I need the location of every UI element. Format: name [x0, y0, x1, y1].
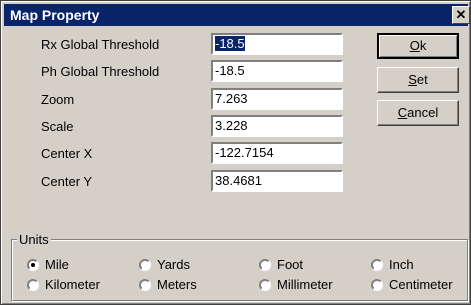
rx-threshold-value: -18.5: [215, 36, 245, 51]
title-bar: Map Property ✕: [4, 4, 470, 26]
radio-label: Foot: [277, 257, 304, 272]
radio-unchecked-icon: [371, 258, 383, 271]
ok-label-rest: k: [419, 38, 427, 53]
center-y-label: Center Y: [41, 174, 93, 189]
radio-unchecked-icon: [259, 278, 271, 291]
radio-unchecked-icon: [259, 258, 271, 271]
set-button[interactable]: Set: [377, 67, 459, 93]
scale-label: Scale: [41, 119, 74, 134]
radio-millimeter[interactable]: Millimeter: [259, 277, 333, 292]
window-title: Map Property: [10, 7, 100, 23]
scale-input[interactable]: 3.228: [211, 115, 343, 137]
center-x-input[interactable]: -122.7154: [211, 142, 343, 164]
radio-unchecked-icon: [371, 278, 383, 291]
radio-label: Kilometer: [45, 277, 100, 292]
close-icon[interactable]: ✕: [452, 6, 470, 24]
zoom-input[interactable]: 7.263: [211, 88, 343, 110]
cancel-label-rest: ancel: [407, 105, 439, 120]
ok-mnemonic: O: [409, 38, 420, 53]
set-label-rest: et: [416, 72, 428, 87]
radio-inch[interactable]: Inch: [371, 257, 414, 272]
radio-label: Mile: [45, 257, 69, 272]
rx-threshold-input[interactable]: -18.5: [211, 33, 343, 55]
radio-label: Meters: [157, 277, 197, 292]
radio-foot[interactable]: Foot: [259, 257, 303, 272]
radio-label: Millimeter: [277, 277, 333, 292]
radio-unchecked-icon: [139, 278, 151, 291]
zoom-label: Zoom: [41, 92, 75, 107]
rx-threshold-label: Rx Global Threshold: [41, 37, 160, 52]
cancel-mnemonic: C: [397, 105, 408, 120]
radio-kilometer[interactable]: Kilometer: [27, 277, 100, 292]
radio-yards[interactable]: Yards: [139, 257, 190, 272]
radio-meters[interactable]: Meters: [139, 277, 197, 292]
radio-label: Centimeter: [389, 277, 453, 292]
map-property-dialog: Map Property ✕ Rx Global Threshold Ph Gl…: [0, 0, 471, 305]
radio-centimeter[interactable]: Centimeter: [371, 277, 453, 292]
ph-threshold-label: Ph Global Threshold: [41, 64, 160, 79]
center-y-input[interactable]: 38.4681: [211, 170, 343, 192]
set-mnemonic: S: [408, 72, 417, 87]
ph-threshold-input[interactable]: -18.5: [211, 60, 343, 82]
ok-button[interactable]: Ok: [377, 33, 459, 59]
radio-mile[interactable]: Mile: [27, 257, 69, 272]
cancel-button[interactable]: Cancel: [377, 100, 459, 126]
units-group-title: Units: [17, 232, 51, 247]
radio-label: Inch: [389, 257, 414, 272]
radio-checked-icon: [27, 258, 39, 271]
radio-label: Yards: [157, 257, 190, 272]
radio-unchecked-icon: [139, 258, 151, 271]
radio-unchecked-icon: [27, 278, 39, 291]
center-x-label: Center X: [41, 146, 93, 161]
